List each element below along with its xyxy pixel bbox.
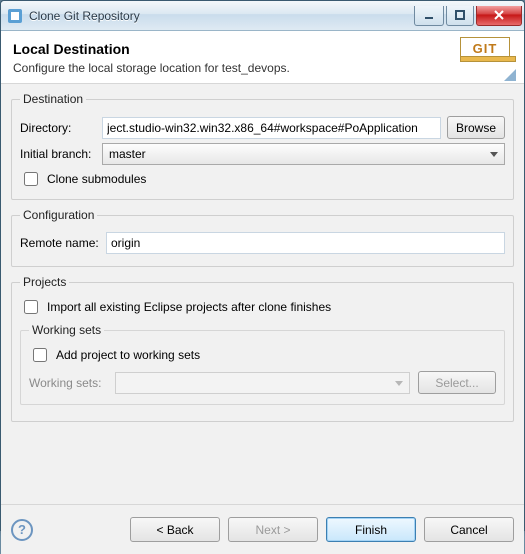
working-sets-label: Working sets: [29,376,107,390]
import-projects-input[interactable] [24,300,38,314]
destination-group: Destination Directory: Browse Initial br… [11,92,514,200]
projects-group: Projects Import all existing Eclipse pro… [11,275,514,422]
window-controls [414,6,522,26]
finish-button[interactable]: Finish [326,517,416,542]
remote-name-input[interactable] [106,232,505,254]
add-to-working-sets-label: Add project to working sets [56,348,200,362]
titlebar[interactable]: Clone Git Repository [1,1,524,31]
remote-name-label: Remote name: [20,236,100,250]
select-working-sets-button: Select... [418,371,496,394]
add-to-working-sets-checkbox[interactable]: Add project to working sets [29,345,496,365]
help-button[interactable]: ? [11,519,33,541]
content-area: Destination Directory: Browse Initial br… [1,84,524,504]
app-icon [7,8,23,24]
initial-branch-label: Initial branch: [20,147,96,161]
add-to-working-sets-input[interactable] [33,348,47,362]
directory-label: Directory: [20,121,96,135]
maximize-button[interactable] [446,6,474,26]
cancel-button[interactable]: Cancel [424,517,514,542]
window-title: Clone Git Repository [29,9,414,23]
working-sets-legend: Working sets [29,323,104,337]
working-sets-group: Working sets Add project to working sets… [20,323,505,405]
clone-submodules-checkbox[interactable]: Clone submodules [20,169,505,189]
import-projects-checkbox[interactable]: Import all existing Eclipse projects aft… [20,297,505,317]
configuration-group: Configuration Remote name: [11,208,514,267]
browse-button[interactable]: Browse [447,116,505,139]
next-button: Next > [228,517,318,542]
back-button[interactable]: < Back [130,517,220,542]
close-button[interactable] [476,6,522,26]
page-subtitle: Configure the local storage location for… [13,61,290,75]
clone-submodules-input[interactable] [24,172,38,186]
import-projects-label: Import all existing Eclipse projects aft… [47,300,331,314]
page-title: Local Destination [13,41,290,57]
initial-branch-value: master [109,147,146,161]
directory-input[interactable] [102,117,441,139]
button-bar: ? < Back Next > Finish Cancel [1,504,524,554]
clone-submodules-label: Clone submodules [47,172,146,186]
minimize-button[interactable] [414,6,444,26]
destination-legend: Destination [20,92,86,106]
dialog-window: Clone Git Repository Local Destination C… [0,0,525,531]
projects-legend: Projects [20,275,69,289]
configuration-legend: Configuration [20,208,97,222]
initial-branch-select[interactable]: master [102,143,505,165]
wizard-header: Local Destination Configure the local st… [1,31,524,84]
git-icon: GIT [460,37,516,81]
working-sets-select [115,372,410,394]
